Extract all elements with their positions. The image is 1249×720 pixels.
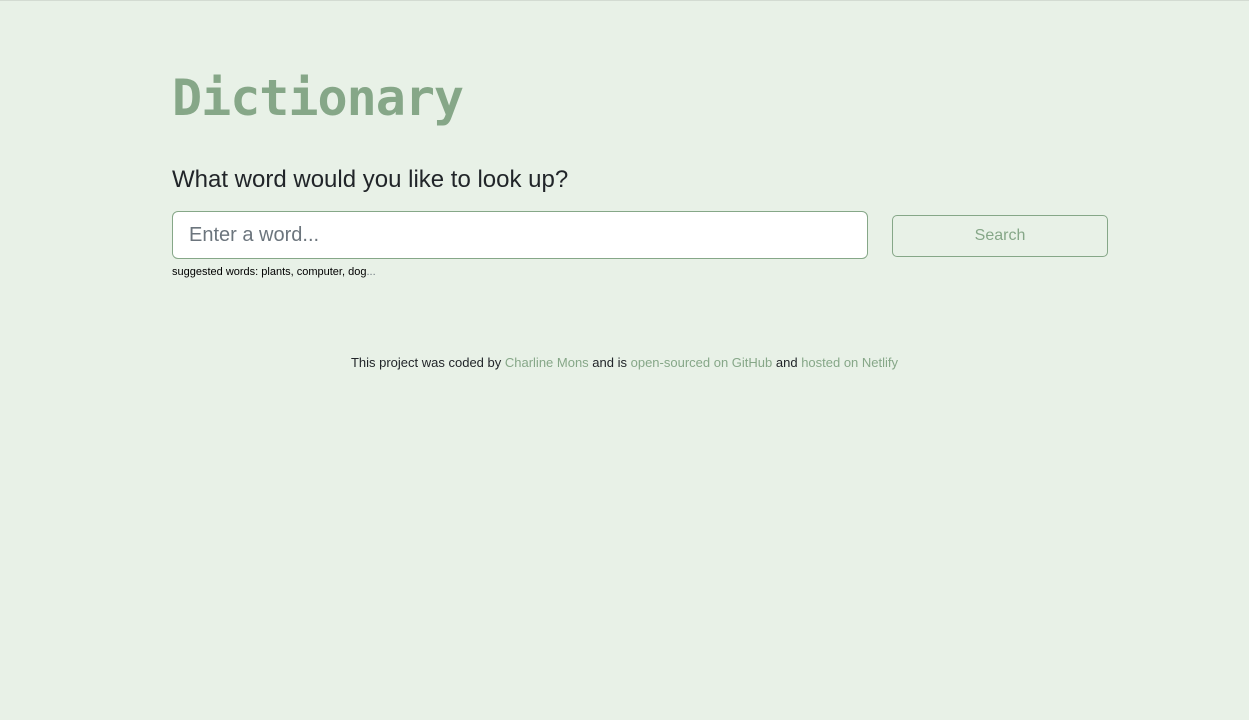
footer-text-1: This project was coded by <box>350 355 505 370</box>
search-input[interactable] <box>172 211 868 259</box>
footer-text-3: and <box>772 355 802 370</box>
top-border <box>0 0 1249 1</box>
logo-text: Dictionary <box>172 69 464 127</box>
footer: This project was coded by Charline Mons … <box>0 354 1249 371</box>
github-link[interactable]: open-sourced on GitHub <box>631 355 773 370</box>
footer-text-2: and is <box>588 355 631 370</box>
netlify-link[interactable]: hosted on Netlify <box>801 355 898 370</box>
logo: Dictionary <box>172 72 472 124</box>
suggested-words-text: suggested words: plants, computer, dog <box>172 266 367 278</box>
author-link[interactable]: Charline Mons <box>505 355 589 370</box>
suggested-words: suggested words: plants, computer, dog..… <box>172 265 376 279</box>
suggested-words-ellipsis: ... <box>366 266 376 278</box>
search-prompt: What word would you like to look up? <box>172 166 569 193</box>
search-button[interactable]: Search <box>892 215 1108 257</box>
